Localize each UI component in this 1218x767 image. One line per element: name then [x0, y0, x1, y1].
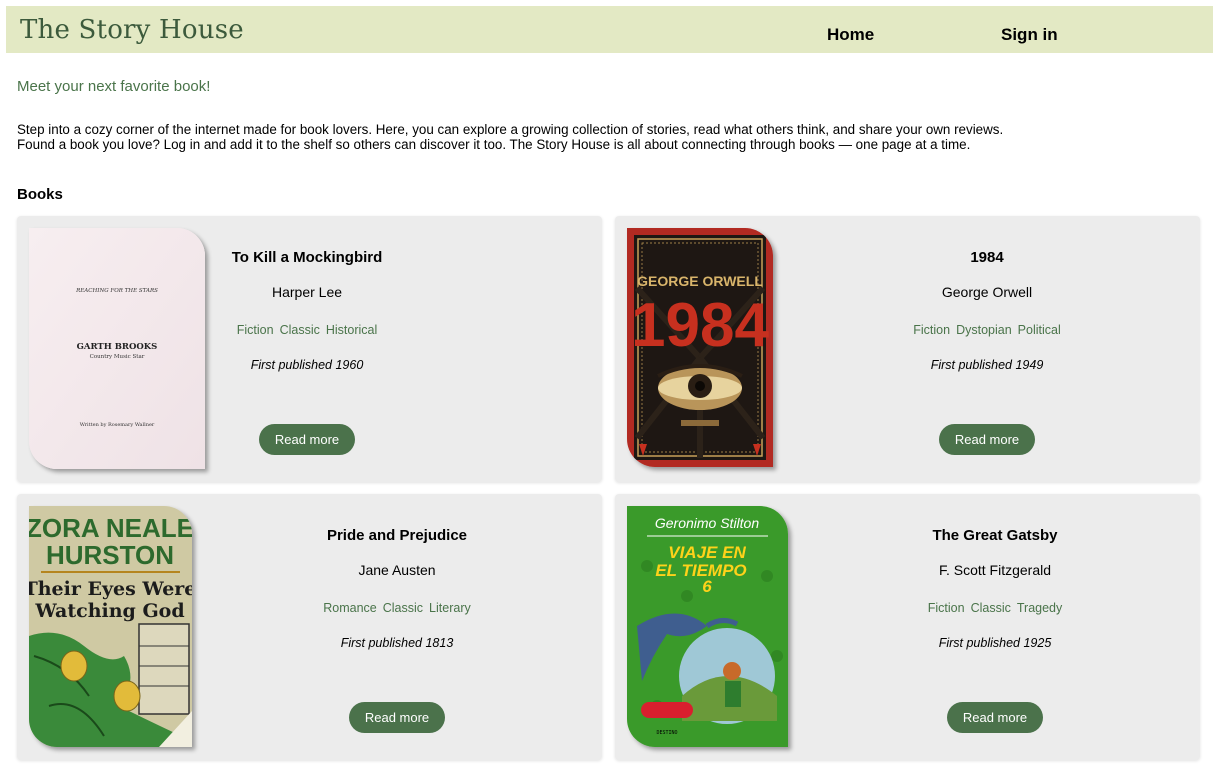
- book-card: GEORGE ORWELL 1984 1984 George Orwell Fi…: [615, 216, 1200, 482]
- tagline: Meet your next favorite book!: [17, 78, 211, 95]
- read-more-button[interactable]: Read more: [939, 424, 1035, 455]
- tag[interactable]: Classic: [280, 323, 320, 337]
- cover-title-line1: VIAJE EN: [668, 543, 746, 562]
- book-cover-image: ZORA NEALE HURSTON Their Eyes Were Watch…: [29, 506, 192, 747]
- cover-text-name: GARTH BROOKS: [77, 342, 158, 352]
- book-tags: Fiction Classic Historical: [211, 323, 403, 337]
- book-info: To Kill a Mockingbird Harper Lee Fiction…: [211, 216, 403, 482]
- nav-sign-in-link[interactable]: Sign in: [1001, 25, 1058, 45]
- intro-paragraph: Step into a cozy corner of the internet …: [17, 122, 1004, 152]
- book-cover-image: GEORGE ORWELL 1984: [627, 228, 773, 467]
- cover-publisher: DESTINO: [656, 730, 677, 736]
- book-title[interactable]: 1984: [891, 249, 1083, 266]
- read-more-button[interactable]: Read more: [259, 424, 355, 455]
- book-info: 1984 George Orwell Fiction Dystopian Polit…: [891, 216, 1083, 482]
- book-card: Geronimo Stilton VIAJE EN EL TIEMPO 6 DE…: [615, 494, 1200, 760]
- book-card: ZORA NEALE HURSTON Their Eyes Were Watch…: [17, 494, 602, 760]
- book-tags: Fiction Classic Tragedy: [899, 601, 1091, 615]
- cover-title: 1984: [631, 291, 769, 360]
- cover-text-bottom: Written by Rosemary Wallner: [80, 422, 155, 428]
- book-title[interactable]: The Great Gatsby: [899, 527, 1091, 544]
- brand-logo-text[interactable]: The Story House: [20, 15, 244, 45]
- tag[interactable]: Romance: [323, 601, 377, 615]
- tag[interactable]: Political: [1018, 323, 1061, 337]
- books-section-title: Books: [17, 186, 63, 203]
- tag[interactable]: Dystopian: [956, 323, 1012, 337]
- book-author: Jane Austen: [358, 562, 436, 578]
- book-tags: Fiction Dystopian Political: [891, 323, 1083, 337]
- book-tags: Romance Classic Literary: [301, 601, 493, 615]
- cover-text-top: REACHING FOR THE STARS: [75, 288, 158, 294]
- tag[interactable]: Fiction: [913, 323, 950, 337]
- cover-text-sub: Country Music Star: [90, 354, 145, 360]
- book-author: George Orwell: [941, 284, 1033, 300]
- nav-home-link[interactable]: Home: [827, 25, 874, 45]
- cover-title-line1: Their Eyes Were: [29, 578, 192, 600]
- book-info: Pride and Prejudice Jane Austen Romance C…: [301, 494, 493, 760]
- book-cover-image: Geronimo Stilton VIAJE EN EL TIEMPO 6 DE…: [627, 506, 788, 747]
- book-published: First published 1813: [340, 636, 454, 650]
- book-author: Harper Lee: [271, 284, 343, 300]
- tag[interactable]: Tragedy: [1017, 601, 1062, 615]
- cover-title-line2: Watching God: [34, 600, 184, 622]
- cover-title-number: 6: [702, 577, 712, 596]
- book-card: REACHING FOR THE STARS GARTH BROOKS Coun…: [17, 216, 602, 482]
- book-author: F. Scott Fitzgerald: [938, 562, 1052, 578]
- book-published: First published 1960: [250, 358, 364, 372]
- tag[interactable]: Classic: [383, 601, 423, 615]
- cover-author: Geronimo Stilton: [655, 515, 759, 531]
- read-more-button[interactable]: Read more: [947, 702, 1043, 733]
- book-cover-image: REACHING FOR THE STARS GARTH BROOKS Coun…: [29, 228, 205, 469]
- navbar: The Story House Home Sign in: [6, 6, 1213, 53]
- cover-title-line2: EL TIEMPO: [655, 561, 746, 580]
- tag[interactable]: Historical: [326, 323, 377, 337]
- tag[interactable]: Fiction: [928, 601, 965, 615]
- cover-author-line2: HURSTON: [46, 540, 174, 570]
- tag[interactable]: Classic: [971, 601, 1011, 615]
- book-title[interactable]: To Kill a Mockingbird: [211, 249, 403, 266]
- book-info: The Great Gatsby F. Scott Fitzgerald Fic…: [899, 494, 1091, 760]
- tag[interactable]: Fiction: [237, 323, 274, 337]
- cover-author: GEORGE ORWELL: [637, 273, 763, 289]
- book-title[interactable]: Pride and Prejudice: [301, 527, 493, 544]
- book-published: First published 1925: [938, 636, 1052, 650]
- tag[interactable]: Literary: [429, 601, 471, 615]
- cover-author-line1: ZORA NEALE: [29, 513, 192, 543]
- book-published: First published 1949: [930, 358, 1044, 372]
- read-more-button[interactable]: Read more: [349, 702, 445, 733]
